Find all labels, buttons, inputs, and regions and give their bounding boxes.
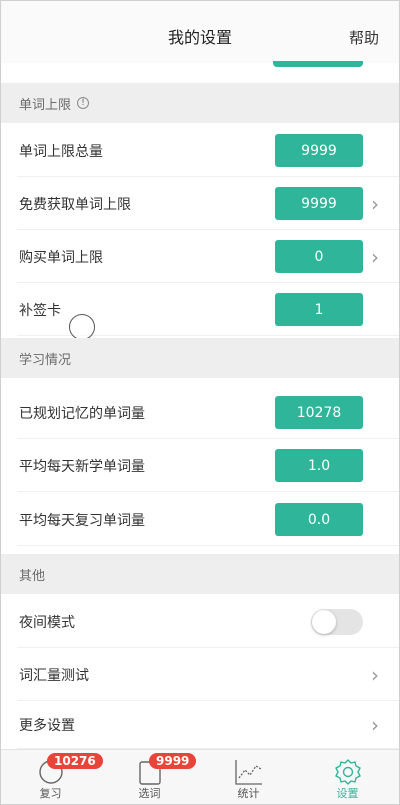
toggle-knob (312, 609, 336, 634)
row-label: 补签卡 (19, 302, 61, 319)
tab-label: 统计 (237, 787, 260, 800)
row-label: 平均每天复习单词量 (19, 512, 145, 529)
touch-indicator (69, 314, 95, 340)
page-title: 我的设置 (167, 28, 232, 47)
row-avg-new-words: 平均每天新学单词量 1.0 (1, 439, 399, 492)
row-word-limit-total: 单词上限总量 9999 (1, 124, 399, 177)
row-label: 夜间模式 (19, 614, 75, 631)
row-planned-words: 已规划记忆的单词量 10278 (1, 386, 399, 439)
chevron-right-icon[interactable]: › (371, 194, 379, 214)
row-buy-word-limit[interactable]: 购买单词上限 0 › (1, 230, 399, 283)
top-bar: 我的设置 帮助 (1, 1, 399, 63)
bottom-tab-bar: 10276 复习 9999 选词 统计 设置 (1, 749, 399, 804)
tab-label: 复习 (39, 787, 62, 800)
row-label: 已规划记忆的单词量 (19, 405, 145, 422)
section-title: 单词上限 (19, 97, 72, 113)
tab-statistics[interactable]: 统计 (199, 750, 298, 805)
section-header-study: 学习情况 (1, 338, 399, 378)
row-vocab-test[interactable]: 词汇量测试 › (1, 648, 399, 701)
section-header-other: 其他 (1, 554, 399, 594)
tab-label: 设置 (336, 787, 359, 800)
line-chart-icon (234, 760, 262, 785)
night-mode-toggle[interactable] (311, 608, 363, 635)
info-icon[interactable]: ! (77, 97, 90, 109)
help-button[interactable]: 帮助 (349, 27, 379, 48)
row-label: 词汇量测试 (19, 667, 89, 684)
tab-review[interactable]: 10276 复习 (1, 750, 103, 805)
section-title: 其他 (19, 568, 46, 584)
value-badge: 1.0 (275, 449, 363, 482)
chevron-right-icon[interactable]: › (371, 247, 379, 267)
value-badge: 9999 (275, 134, 363, 167)
row-night-mode: 夜间模式 (1, 595, 399, 648)
gear-icon (334, 759, 361, 785)
row-avg-review-words: 平均每天复习单词量 0.0 (1, 493, 399, 546)
value-badge: 0.0 (275, 503, 363, 536)
chevron-right-icon[interactable]: › (371, 665, 379, 685)
row-makeup-card: 补签卡 1 (1, 283, 399, 336)
tab-settings[interactable]: 设置 (298, 750, 397, 805)
row-label: 免费获取单词上限 (19, 196, 131, 213)
value-badge: 0 (275, 240, 363, 273)
section-header-word-limit: 单词上限 ! (1, 83, 399, 123)
row-label: 更多设置 (19, 718, 75, 734)
row-more-settings[interactable]: 更多设置 › (1, 701, 399, 749)
section-title: 学习情况 (19, 352, 72, 368)
row-label: 平均每天新学单词量 (19, 458, 145, 475)
row-label: 购买单词上限 (19, 249, 103, 266)
value-badge: 1 (275, 293, 363, 326)
row-label: 单词上限总量 (19, 143, 103, 160)
tab-label: 选词 (138, 787, 161, 800)
value-badge: 9999 (275, 187, 363, 220)
row-free-word-limit[interactable]: 免费获取单词上限 9999 › (1, 177, 399, 230)
tab-select-words[interactable]: 9999 选词 (100, 750, 199, 805)
chevron-right-icon[interactable]: › (371, 715, 379, 735)
partial-value-badge (273, 61, 363, 67)
value-badge: 10278 (275, 396, 363, 429)
review-count-badge: 10276 (47, 753, 103, 769)
select-count-badge: 9999 (149, 753, 197, 769)
